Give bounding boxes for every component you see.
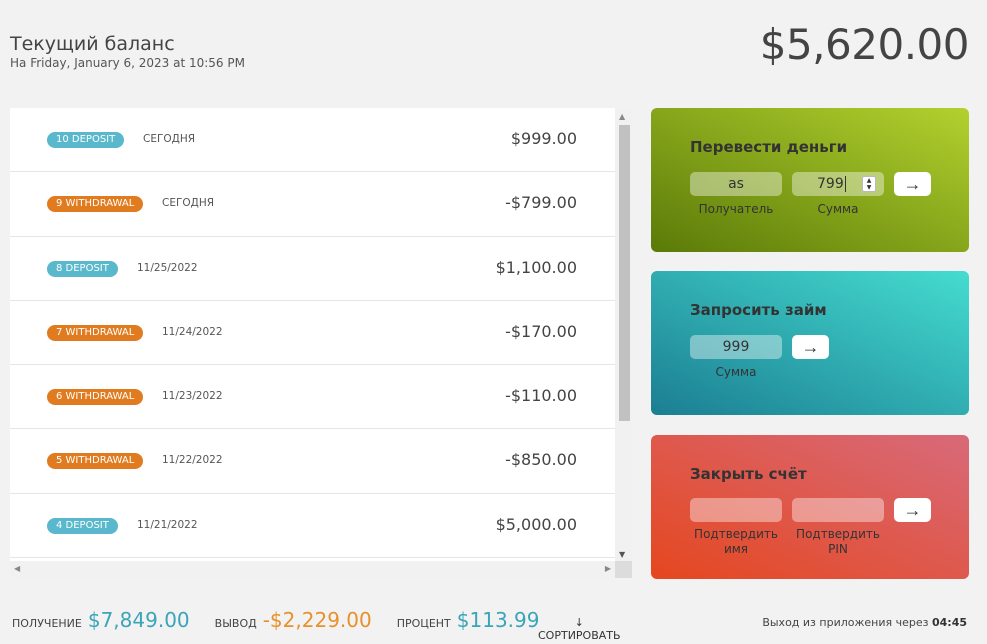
movement-date: 11/23/2022 bbox=[162, 390, 223, 403]
summary-out-value: -$2,229.00 bbox=[262, 608, 372, 632]
summary-bar: ПОЛУЧЕНИЕ $7,849.00 ВЫВОД -$2,229.00 ПРО… bbox=[12, 608, 565, 632]
logout-timer-text: Выход из приложения через bbox=[762, 616, 929, 629]
close-pin-input[interactable] bbox=[792, 498, 884, 522]
movement-type-badge: 9 WITHDRAWAL bbox=[47, 196, 144, 213]
close-user-input[interactable] bbox=[690, 498, 782, 522]
movement-type-badge: 7 WITHDRAWAL bbox=[47, 324, 144, 341]
sort-button[interactable]: ↓ СОРТИРОВАТЬ bbox=[538, 616, 621, 642]
spinner-up-icon[interactable]: ▲ bbox=[863, 177, 875, 184]
movement-type-badge: 10 DEPOSIT bbox=[47, 132, 125, 148]
summary-interest-label: ПРОЦЕНТ bbox=[396, 617, 451, 630]
movement-value: -$850.00 bbox=[505, 450, 577, 470]
logout-timer: Выход из приложения через 04:45 bbox=[762, 616, 967, 629]
horizontal-scrollbar[interactable]: ◀ ▶ bbox=[10, 561, 615, 578]
scroll-up-icon[interactable]: ▲ bbox=[619, 112, 625, 121]
transfer-recipient-input[interactable]: as bbox=[690, 172, 782, 196]
loan-amount-input[interactable]: 999 bbox=[690, 335, 782, 359]
spinner-down-icon[interactable]: ▼ bbox=[863, 184, 875, 191]
movements-rows: 10 DEPOSIT СЕГОДНЯ $999.00 9 WITHDRAWAL … bbox=[10, 108, 615, 559]
close-pin-label: Подтвердить PIN bbox=[792, 527, 884, 557]
logout-timer-value: 04:45 bbox=[931, 616, 967, 629]
summary-interest-value: $113.99 bbox=[456, 608, 540, 632]
movement-value: $999.00 bbox=[510, 129, 577, 148]
transfer-submit-button[interactable]: → bbox=[894, 172, 931, 196]
movement-date: 11/22/2022 bbox=[162, 454, 223, 467]
movements-list[interactable]: 10 DEPOSIT СЕГОДНЯ $999.00 9 WITHDRAWAL … bbox=[10, 108, 632, 578]
loan-panel: Запросить займ 999 → Сумма bbox=[651, 271, 969, 415]
movement-date: 11/21/2022 bbox=[137, 518, 198, 531]
movement-row: 6 WITHDRAWAL 11/23/2022 -$110.00 bbox=[10, 365, 615, 430]
close-account-panel: Закрыть счёт → Подтвердить имя Подтверди… bbox=[651, 435, 969, 579]
movement-date: СЕГОДНЯ bbox=[143, 133, 196, 145]
number-spinner[interactable]: ▲ ▼ bbox=[862, 176, 876, 192]
scroll-right-icon[interactable]: ▶ bbox=[605, 564, 611, 573]
close-user-label-line1: Подтвердить bbox=[694, 527, 778, 541]
summary-in-value: $7,849.00 bbox=[87, 608, 190, 632]
close-submit-button[interactable]: → bbox=[894, 498, 931, 522]
transfer-panel: Перевести деньги as 799 ▲ ▼ → Получатель… bbox=[651, 108, 969, 252]
movement-type-badge: 4 DEPOSIT bbox=[47, 517, 118, 534]
close-pin-label-line1: Подтвердить bbox=[796, 527, 880, 541]
movement-date: 11/25/2022 bbox=[137, 261, 198, 274]
movement-row: 9 WITHDRAWAL СЕГОДНЯ -$799.00 bbox=[10, 172, 615, 237]
loan-submit-button[interactable]: → bbox=[792, 335, 829, 359]
transfer-amount-value: 799 bbox=[817, 176, 844, 192]
transfer-amount-label: Сумма bbox=[817, 202, 859, 216]
movement-value: $5,000.00 bbox=[495, 514, 577, 534]
transfer-recipient-label: Получатель bbox=[698, 202, 774, 216]
movement-date: 11/24/2022 bbox=[162, 325, 223, 338]
close-user-label: Подтвердить имя bbox=[690, 527, 782, 557]
loan-title: Запросить займ bbox=[690, 301, 827, 319]
transfer-title: Перевести деньги bbox=[690, 138, 848, 156]
balance-title: Текущий баланс bbox=[10, 33, 175, 55]
sort-arrow-icon: ↓ bbox=[574, 616, 584, 629]
balance-value: $5,620.00 bbox=[759, 20, 970, 69]
movement-row: 7 WITHDRAWAL 11/24/2022 -$170.00 bbox=[10, 301, 615, 366]
movement-value: -$799.00 bbox=[505, 193, 577, 213]
movement-type-badge: 6 WITHDRAWAL bbox=[47, 389, 144, 406]
loan-amount-label: Сумма bbox=[715, 365, 757, 379]
movement-value: -$110.00 bbox=[505, 386, 577, 406]
transfer-amount-input[interactable]: 799 ▲ ▼ bbox=[792, 172, 884, 196]
movement-value: $1,100.00 bbox=[495, 257, 577, 277]
movement-row: 10 DEPOSIT СЕГОДНЯ $999.00 bbox=[10, 108, 615, 173]
movement-row: 8 DEPOSIT 11/25/2022 $1,100.00 bbox=[10, 237, 615, 301]
scrollbar-corner bbox=[615, 561, 632, 578]
movement-type-badge: 5 WITHDRAWAL bbox=[47, 453, 144, 470]
sort-label: СОРТИРОВАТЬ bbox=[538, 629, 621, 642]
scroll-down-icon[interactable]: ▼ bbox=[619, 550, 625, 559]
balance-date: Ha Friday, January 6, 2023 at 10:56 PM bbox=[10, 56, 245, 70]
text-caret bbox=[844, 176, 846, 192]
movement-row: 4 DEPOSIT 11/21/2022 $5,000.00 bbox=[10, 494, 615, 559]
close-pin-label-line2: PIN bbox=[828, 542, 848, 556]
summary-out-label: ВЫВОД bbox=[214, 617, 257, 630]
close-user-label-line2: имя bbox=[723, 542, 749, 556]
movement-value: -$170.00 bbox=[505, 321, 577, 341]
movement-date: СЕГОДНЯ bbox=[162, 197, 215, 210]
summary-in-label: ПОЛУЧЕНИЕ bbox=[12, 617, 82, 630]
scroll-left-icon[interactable]: ◀ bbox=[14, 564, 20, 573]
close-title: Закрыть счёт bbox=[690, 465, 807, 483]
scrollbar-thumb[interactable] bbox=[619, 125, 630, 421]
movement-type-badge: 8 DEPOSIT bbox=[47, 260, 118, 277]
vertical-scrollbar[interactable]: ▲ ▼ bbox=[615, 108, 632, 561]
movement-row: 5 WITHDRAWAL 11/22/2022 -$850.00 bbox=[10, 429, 615, 494]
